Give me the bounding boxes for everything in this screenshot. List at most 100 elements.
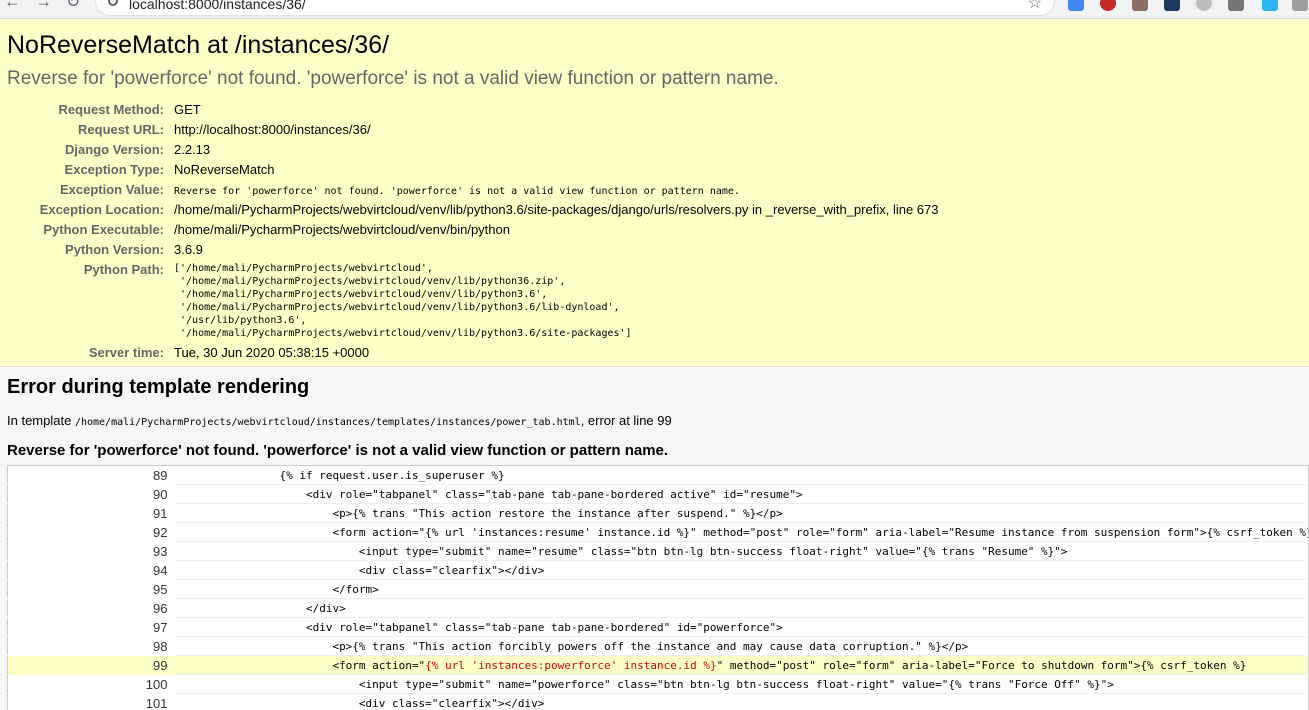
- meta-row-python-version: Python Version: 3.6.9: [7, 240, 938, 260]
- line-code: <form action="{% url 'instances:resume' …: [173, 522, 1309, 542]
- reload-icon[interactable]: ↻: [66, 0, 94, 11]
- source-line: 96 </div>: [7, 598, 1309, 618]
- source-line: 91 <p>{% trans "This action restore the …: [7, 503, 1309, 523]
- line-number: 92: [7, 522, 174, 542]
- line-code-post: " method="post" role="form" aria-label="…: [716, 658, 1247, 672]
- source-line: 95 </form>: [7, 579, 1309, 599]
- line-number: 99: [7, 655, 174, 675]
- meta-label: Request Method:: [58, 102, 164, 117]
- line-code-pre: <form action=": [173, 658, 426, 672]
- meta-value: ['/home/mali/PycharmProjects/webvirtclou…: [174, 263, 632, 339]
- address-bar-url: localhost:8000/instances/36/: [129, 0, 306, 12]
- line-number: 100: [7, 674, 174, 694]
- extension-pen-icon[interactable]: [1132, 0, 1148, 11]
- line-code: <div role="tabpanel" class="tab-pane tab…: [173, 617, 1309, 637]
- line-code: <p>{% trans "This action restore the ins…: [173, 503, 1309, 523]
- line-code: <input type="submit" name="resume" class…: [173, 541, 1309, 561]
- extension-box-icon[interactable]: [1228, 0, 1244, 11]
- meta-table: Request Method: GET Request URL: http://…: [7, 100, 939, 363]
- meta-value: /home/mali/PycharmProjects/webvirtcloud/…: [174, 202, 939, 217]
- meta-row-exception-type: Exception Type: NoReverseMatch: [7, 160, 938, 180]
- in-template-label: In template: [7, 413, 72, 428]
- browser-nav-buttons: ←→↻: [4, 0, 94, 12]
- address-bar[interactable]: localhost:8000/instances/36/ ☆: [95, 0, 1055, 16]
- meta-label: Exception Value:: [59, 182, 164, 197]
- line-code: <p>{% trans "This action forcibly powers…: [173, 636, 1309, 656]
- line-code: <div role="tabpanel" class="tab-pane tab…: [173, 484, 1309, 504]
- line-code: </form>: [173, 579, 1309, 599]
- line-number: 95: [7, 579, 174, 599]
- source-line: 92 <form action="{% url 'instances:resum…: [7, 522, 1309, 542]
- page-title: NoReverseMatch at /instances/36/: [7, 31, 390, 59]
- meta-label: Python Executable:: [43, 222, 164, 237]
- source-line: 97 <div role="tabpanel" class="tab-pane …: [7, 617, 1309, 637]
- extension-chat-icon[interactable]: [1196, 0, 1212, 11]
- source-line: 89 {% if request.user.is_superuser %}: [7, 465, 1309, 485]
- meta-label: Python Version:: [65, 242, 164, 257]
- line-number: 94: [7, 560, 174, 580]
- meta-row-request-method: Request Method: GET: [7, 100, 938, 120]
- source-line: 93 <input type="submit" name="resume" cl…: [7, 541, 1309, 561]
- error-line-label: , error at line 99: [580, 413, 672, 428]
- source-line: 100 <input type="submit" name="powerforc…: [7, 674, 1309, 694]
- meta-label: Exception Location:: [39, 202, 164, 217]
- meta-row-python-executable: Python Executable: /home/mali/PycharmPro…: [7, 220, 938, 240]
- forward-icon[interactable]: →: [35, 0, 66, 11]
- meta-row-exception-location: Exception Location: /home/mali/PycharmPr…: [7, 200, 939, 220]
- line-number: 90: [7, 484, 174, 504]
- exception-message: Reverse for 'powerforce' not found. 'pow…: [7, 68, 779, 89]
- extension-google-icon[interactable]: [1068, 0, 1084, 11]
- meta-value: /home/mali/PycharmProjects/webvirtcloud/…: [174, 222, 510, 237]
- meta-row-django-version: Django Version: 2.2.13: [7, 140, 938, 160]
- source-listing: 89 {% if request.user.is_superuser %} 90 …: [7, 465, 1309, 710]
- line-code: <div class="clearfix"></div>: [173, 560, 1309, 580]
- meta-value: NoReverseMatch: [174, 162, 275, 177]
- extension-blue-icon[interactable]: [1262, 0, 1278, 11]
- line-number: 98: [7, 636, 174, 656]
- line-number: 89: [7, 465, 174, 485]
- meta-label: Django Version:: [65, 142, 164, 157]
- source-line: 90 <div role="tabpanel" class="tab-pane …: [7, 484, 1309, 504]
- template-error-message: Reverse for 'powerforce' not found. 'pow…: [7, 442, 669, 459]
- meta-label: Server time:: [88, 345, 164, 360]
- meta-row-exception-value: Exception Value: Reverse for 'powerforce…: [7, 180, 938, 200]
- extension-puzzle-icon[interactable]: [1292, 0, 1308, 11]
- line-code-error: {% url 'instances:powerforce' instance.i…: [425, 658, 717, 672]
- source-line: 99 <form action="{% url 'instances:power…: [7, 655, 1309, 675]
- line-number: 91: [7, 503, 174, 523]
- back-icon[interactable]: ←: [4, 0, 35, 11]
- meta-value: Tue, 30 Jun 2020 05:38:15 +0000: [174, 345, 370, 360]
- extension-chart-icon[interactable]: [1164, 0, 1180, 11]
- line-code: {% if request.user.is_superuser %}: [173, 465, 1309, 485]
- meta-value: http://localhost:8000/instances/36/: [174, 122, 371, 137]
- meta-label: Request URL:: [78, 122, 164, 137]
- line-number: 93: [7, 541, 174, 561]
- meta-value: 3.6.9: [174, 242, 203, 257]
- meta-row-server-time: Server time: Tue, 30 Jun 2020 05:38:15 +…: [7, 343, 938, 363]
- meta-label: Python Path:: [83, 262, 164, 277]
- line-number: 97: [7, 617, 174, 637]
- meta-label: Exception Type:: [64, 162, 164, 177]
- template-path: /home/mali/PycharmProjects/webvirtcloud/…: [74, 417, 581, 428]
- browser-toolbar: ←→↻ localhost:8000/instances/36/ ☆: [0, 0, 1309, 19]
- line-code: <div class="clearfix"></div>: [173, 693, 1309, 710]
- meta-row-python-path: Python Path: ['/home/mali/PycharmProject…: [7, 260, 938, 343]
- info-icon[interactable]: [108, 0, 118, 6]
- template-error-section: Error during template rendering In templ…: [0, 367, 1309, 710]
- source-line: 101 <div class="clearfix"></div>: [7, 693, 1309, 710]
- meta-value: GET: [174, 102, 201, 117]
- extension-shield-icon[interactable]: [1100, 0, 1116, 11]
- line-code: <form action="{% url 'instances:powerfor…: [173, 655, 1309, 675]
- section-heading: Error during template rendering: [7, 376, 310, 398]
- line-code: <input type="submit" name="powerforce" c…: [173, 674, 1309, 694]
- template-location: In template /home/mali/PycharmProjects/w…: [7, 413, 1302, 428]
- meta-value: Reverse for 'powerforce' not found. 'pow…: [174, 186, 740, 197]
- source-line: 94 <div class="clearfix"></div>: [7, 560, 1309, 580]
- source-line: 98 <p>{% trans "This action forcibly pow…: [7, 636, 1309, 656]
- meta-row-request-url: Request URL: http://localhost:8000/insta…: [7, 120, 938, 140]
- bookmark-star-icon[interactable]: ☆: [1028, 0, 1042, 13]
- line-code: </div>: [173, 598, 1309, 618]
- line-number: 101: [7, 693, 174, 710]
- meta-value: 2.2.13: [174, 142, 211, 157]
- error-summary: NoReverseMatch at /instances/36/ Reverse…: [0, 19, 1309, 367]
